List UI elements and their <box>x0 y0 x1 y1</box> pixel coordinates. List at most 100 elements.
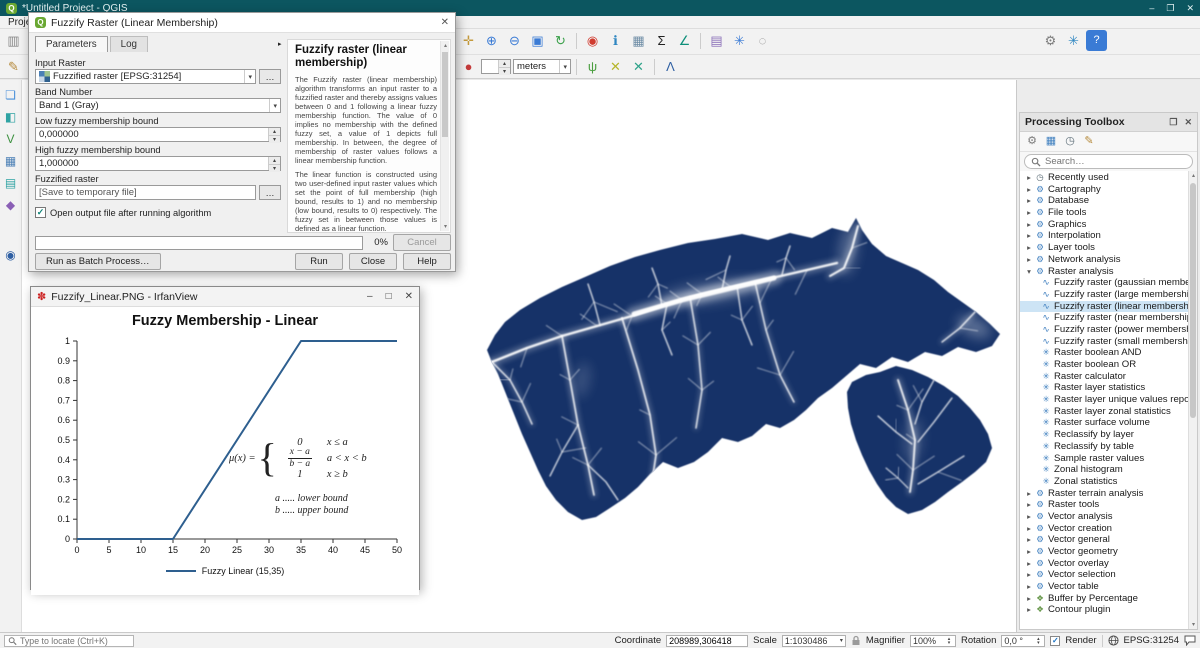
chevron-right-icon[interactable]: ▸ <box>1024 593 1034 605</box>
add-vector-layer-icon[interactable]: V <box>2 130 20 148</box>
identify-features-icon[interactable]: ℹ <box>605 30 626 51</box>
chevron-right-icon[interactable]: ▸ <box>1024 488 1034 500</box>
spin-down-icon[interactable]: ▾ <box>945 641 953 645</box>
history-icon[interactable]: ◷ <box>1062 134 1078 150</box>
toolbox-header[interactable]: Processing Toolbox ❐ ✕ <box>1020 113 1197 132</box>
toolbox-item-sample-raster-values[interactable]: ✳Sample raster values <box>1020 453 1188 465</box>
chevron-right-icon[interactable]: ▸ <box>1024 195 1034 207</box>
toolbox-item-vector-general[interactable]: ▸⚙Vector general <box>1020 534 1188 546</box>
chevron-right-icon[interactable]: ▸ <box>1024 604 1034 616</box>
minimize-icon[interactable]: – <box>1149 3 1154 14</box>
map-tips-icon[interactable]: ◌ <box>752 30 773 51</box>
lock-scale-icon[interactable] <box>851 635 861 646</box>
dialog-titlebar[interactable]: Q Fuzzify Raster (Linear Membership) ✕ <box>29 13 455 33</box>
chevron-right-icon[interactable]: ▸ <box>1024 219 1034 231</box>
help-scrollbar-thumb[interactable] <box>442 52 448 137</box>
help-collapse-icon[interactable]: ▸ <box>278 40 282 48</box>
locate-input[interactable] <box>20 636 130 646</box>
toolbox-scrollbar-thumb[interactable] <box>1190 183 1196 418</box>
input-raster-browse-button[interactable]: … <box>259 69 281 84</box>
chevron-right-icon[interactable]: ▸ <box>1024 230 1034 242</box>
add-raster-layer-icon[interactable]: ▦ <box>2 152 20 170</box>
toolbox-item-raster-calculator[interactable]: ✳Raster calculator <box>1020 371 1188 383</box>
spin-down-icon[interactable]: ▾ <box>499 68 510 75</box>
messages-icon[interactable] <box>1184 635 1196 646</box>
spin-up-icon[interactable]: ▴ <box>269 128 280 136</box>
viewer-titlebar[interactable]: ✽ Fuzzify_Linear.PNG - IrfanView – □ ✕ <box>31 287 419 307</box>
toolbox-item-raster-analysis[interactable]: ▾⚙Raster analysis <box>1020 266 1188 278</box>
snapping-node-icon[interactable]: ψ <box>582 56 603 77</box>
toolbox-item-vector-overlay[interactable]: ▸⚙Vector overlay <box>1020 558 1188 570</box>
help-button[interactable]: Help <box>403 253 451 270</box>
toolbox-options-icon[interactable]: ⚙ <box>1024 134 1040 150</box>
cancel-button[interactable]: Cancel <box>393 234 451 251</box>
render-checkbox[interactable]: ✓ <box>1050 636 1060 646</box>
magnifier-steppers[interactable]: ▴ ▾ <box>945 637 953 645</box>
toolbox-item-graphics[interactable]: ▸⚙Graphics <box>1020 219 1188 231</box>
spin-up-icon[interactable]: ▴ <box>269 157 280 165</box>
magnifier-spinbox[interactable]: 100% ▴ ▾ <box>910 635 956 647</box>
advanced-digitizing-icon[interactable]: ✕ <box>628 56 649 77</box>
toolbox-item-fuzzify-raster-linear-membership[interactable]: ∿Fuzzify raster (linear membership) <box>1020 301 1188 313</box>
toolbox-item-fuzzify-raster-power-membership[interactable]: ∿Fuzzify raster (power membership) <box>1020 324 1188 336</box>
toolbox-item-raster-boolean-or[interactable]: ✳Raster boolean OR <box>1020 359 1188 371</box>
toolbox-item-network-analysis[interactable]: ▸⚙Network analysis <box>1020 254 1188 266</box>
open-output-checkbox[interactable]: ✓ <box>35 207 46 218</box>
toolbox-item-cartography[interactable]: ▸⚙Cartography <box>1020 184 1188 196</box>
help-scrollbar[interactable]: ▴ ▾ <box>440 41 449 231</box>
toolbox-item-recently-used[interactable]: ▸◷Recently used <box>1020 172 1188 184</box>
chevron-right-icon[interactable]: ▸ <box>1024 581 1034 593</box>
add-mesh-layer-icon[interactable]: ◆ <box>2 196 20 214</box>
toolbox-item-raster-terrain-analysis[interactable]: ▸⚙Raster terrain analysis <box>1020 488 1188 500</box>
run-button[interactable]: Run <box>295 253 343 270</box>
chevron-right-icon[interactable]: ▸ <box>1024 499 1034 511</box>
output-raster-field[interactable]: [Save to temporary file] <box>35 185 256 200</box>
open-attribute-table-icon[interactable]: ▦ <box>628 30 649 51</box>
toolbox-item-layer-tools[interactable]: ▸⚙Layer tools <box>1020 242 1188 254</box>
toolbox-item-reclassify-by-layer[interactable]: ✳Reclassify by layer <box>1020 429 1188 441</box>
crs-value[interactable]: EPSG:31254 <box>1124 635 1179 646</box>
spin-up-icon[interactable]: ▴ <box>499 60 510 68</box>
spin-down-icon[interactable]: ▾ <box>269 136 280 143</box>
restore-icon[interactable]: ❐ <box>1166 3 1174 14</box>
zoom-in-icon[interactable]: ⊕ <box>481 30 502 51</box>
scroll-down-icon[interactable]: ▾ <box>441 223 450 230</box>
red-circle-icon[interactable]: ● <box>458 56 479 77</box>
processing-toolbox-toggle-icon[interactable]: ✳ <box>1063 30 1084 51</box>
chevron-down-icon[interactable]: ▾ <box>1024 266 1034 278</box>
toolbox-item-zonal-statistics[interactable]: ✳Zonal statistics <box>1020 476 1188 488</box>
run-as-batch-button[interactable]: Run as Batch Process… <box>35 253 161 270</box>
chevron-right-icon[interactable]: ▸ <box>1024 534 1034 546</box>
help-icon[interactable]: ? <box>1086 30 1107 51</box>
models-icon[interactable]: ▦ <box>1043 134 1059 150</box>
float-panel-icon[interactable]: ❐ <box>1169 117 1177 128</box>
toolbox-item-raster-surface-volume[interactable]: ✳Raster surface volume <box>1020 417 1188 429</box>
toolbox-item-raster-layer-unique-values-report[interactable]: ✳Raster layer unique values report <box>1020 394 1188 406</box>
chevron-right-icon[interactable]: ▸ <box>1024 523 1034 535</box>
low-bound-steppers[interactable]: ▴ ▾ <box>268 128 280 141</box>
scale-combobox[interactable]: 1:1030486 ▾ <box>782 635 846 647</box>
georeferencer-icon[interactable]: ◉ <box>2 246 20 264</box>
options-icon[interactable]: ⚙ <box>1040 30 1061 51</box>
chevron-right-icon[interactable]: ▸ <box>1024 511 1034 523</box>
statistical-summary-icon[interactable]: Σ <box>651 30 672 51</box>
refresh-map-icon[interactable]: ↻ <box>550 30 571 51</box>
new-bookmark-icon[interactable]: ◉ <box>582 30 603 51</box>
high-bound-spinbox[interactable]: 1,000000 ▴ ▾ <box>35 156 281 171</box>
chevron-right-icon[interactable]: ▸ <box>1024 172 1034 184</box>
toolbox-item-fuzzify-raster-gaussian-membership[interactable]: ∿Fuzzify raster (gaussian membership) <box>1020 277 1188 289</box>
chevron-right-icon[interactable]: ▸ <box>1024 242 1034 254</box>
zoom-full-icon[interactable]: ▣ <box>527 30 548 51</box>
spinbox-steppers[interactable]: ▴ ▾ <box>498 60 510 73</box>
layers-panel-icon[interactable]: ◧ <box>2 108 20 126</box>
globe-crs-icon[interactable] <box>1108 635 1119 646</box>
toolbox-item-fuzzify-raster-near-membership[interactable]: ∿Fuzzify raster (near membership) <box>1020 312 1188 324</box>
toolbox-item-vector-table[interactable]: ▸⚙Vector table <box>1020 581 1188 593</box>
toolbox-item-zonal-histogram[interactable]: ✳Zonal histogram <box>1020 464 1188 476</box>
toolbox-item-raster-tools[interactable]: ▸⚙Raster tools <box>1020 499 1188 511</box>
toolbox-item-vector-geometry[interactable]: ▸⚙Vector geometry <box>1020 546 1188 558</box>
coordinate-input[interactable] <box>666 635 748 647</box>
data-source-manager-icon[interactable]: ❏ <box>2 86 20 104</box>
show-processing-icon[interactable]: ✳ <box>729 30 750 51</box>
toolbox-item-vector-selection[interactable]: ▸⚙Vector selection <box>1020 569 1188 581</box>
